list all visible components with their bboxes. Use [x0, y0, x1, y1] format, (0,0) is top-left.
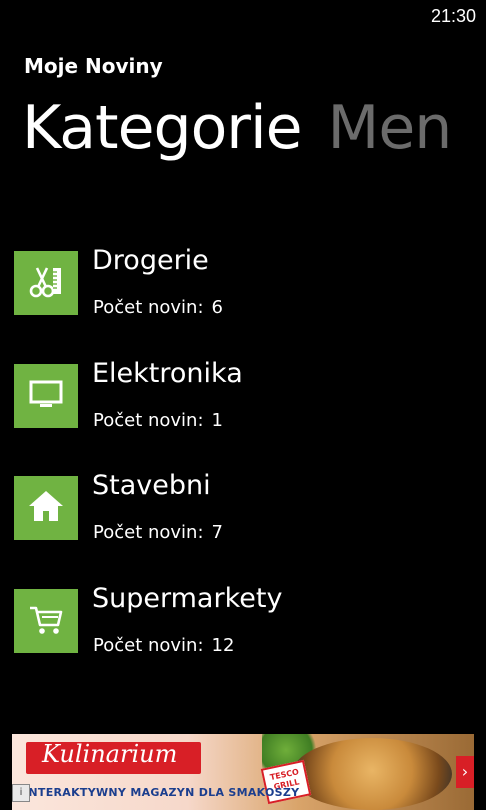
scissors-comb-icon	[27, 262, 65, 304]
ad-tagline: INTERAKTYWNY MAGAZYN DLA SMAKOSZY	[24, 786, 300, 799]
count-value: 12	[211, 634, 235, 656]
category-count: Počet novin: 1	[93, 410, 223, 431]
count-label: Počet novin:	[93, 634, 204, 656]
category-tile[interactable]	[14, 588, 78, 653]
ad-sponsor: TESCO	[170, 742, 196, 750]
count-value: 6	[211, 297, 223, 318]
pivot-headers: Kategorie Men	[22, 86, 453, 170]
category-tile[interactable]	[14, 363, 78, 428]
category-name: Supermarkety	[92, 582, 283, 614]
category-tile[interactable]	[14, 251, 78, 315]
count-label: Počet novin:	[93, 409, 204, 431]
category-item-stavebni[interactable]: Stavebni Počet novin: 7	[14, 470, 474, 589]
count-value: 1	[211, 409, 223, 431]
ad-next-arrow-icon[interactable]: ›	[456, 756, 474, 788]
category-count: Počet novin: 7	[93, 522, 223, 543]
category-list: Drogerie Počet novin: 6 Elektronika Počet…	[14, 245, 474, 702]
category-name: Elektronika	[92, 357, 243, 389]
ad-banner[interactable]: Kulinarium TESCO TESCO GRILL INTERAKTYWN…	[12, 734, 474, 810]
category-item-drogerie[interactable]: Drogerie Počet novin: 6	[14, 245, 474, 364]
category-name: Stavebni	[92, 470, 211, 501]
monitor-icon	[27, 375, 65, 417]
count-label: Počet novin:	[93, 522, 204, 543]
category-count: Počet novin: 12	[93, 635, 234, 656]
category-item-supermarkety[interactable]: Supermarkety Počet novin: 12	[14, 583, 474, 702]
clock: 21:30	[430, 6, 476, 26]
home-icon	[27, 487, 65, 529]
category-name: Drogerie	[92, 245, 209, 276]
count-value: 7	[211, 522, 223, 543]
ad-brand: Kulinarium	[42, 740, 178, 768]
count-label: Počet novin:	[93, 297, 204, 318]
category-tile[interactable]	[14, 476, 78, 540]
ad-info-icon[interactable]: i	[12, 784, 30, 802]
status-bar: 21:30	[0, 0, 486, 32]
shopping-cart-icon	[27, 600, 65, 642]
category-item-elektronika[interactable]: Elektronika Počet novin: 1	[14, 358, 474, 477]
category-count: Počet novin: 6	[93, 297, 223, 318]
pivot-header-kategorie[interactable]: Kategorie	[22, 86, 303, 170]
pivot-header-menu[interactable]: Men	[328, 86, 453, 170]
app-title: Moje Noviny	[24, 54, 163, 78]
ad-food-image	[292, 738, 452, 810]
